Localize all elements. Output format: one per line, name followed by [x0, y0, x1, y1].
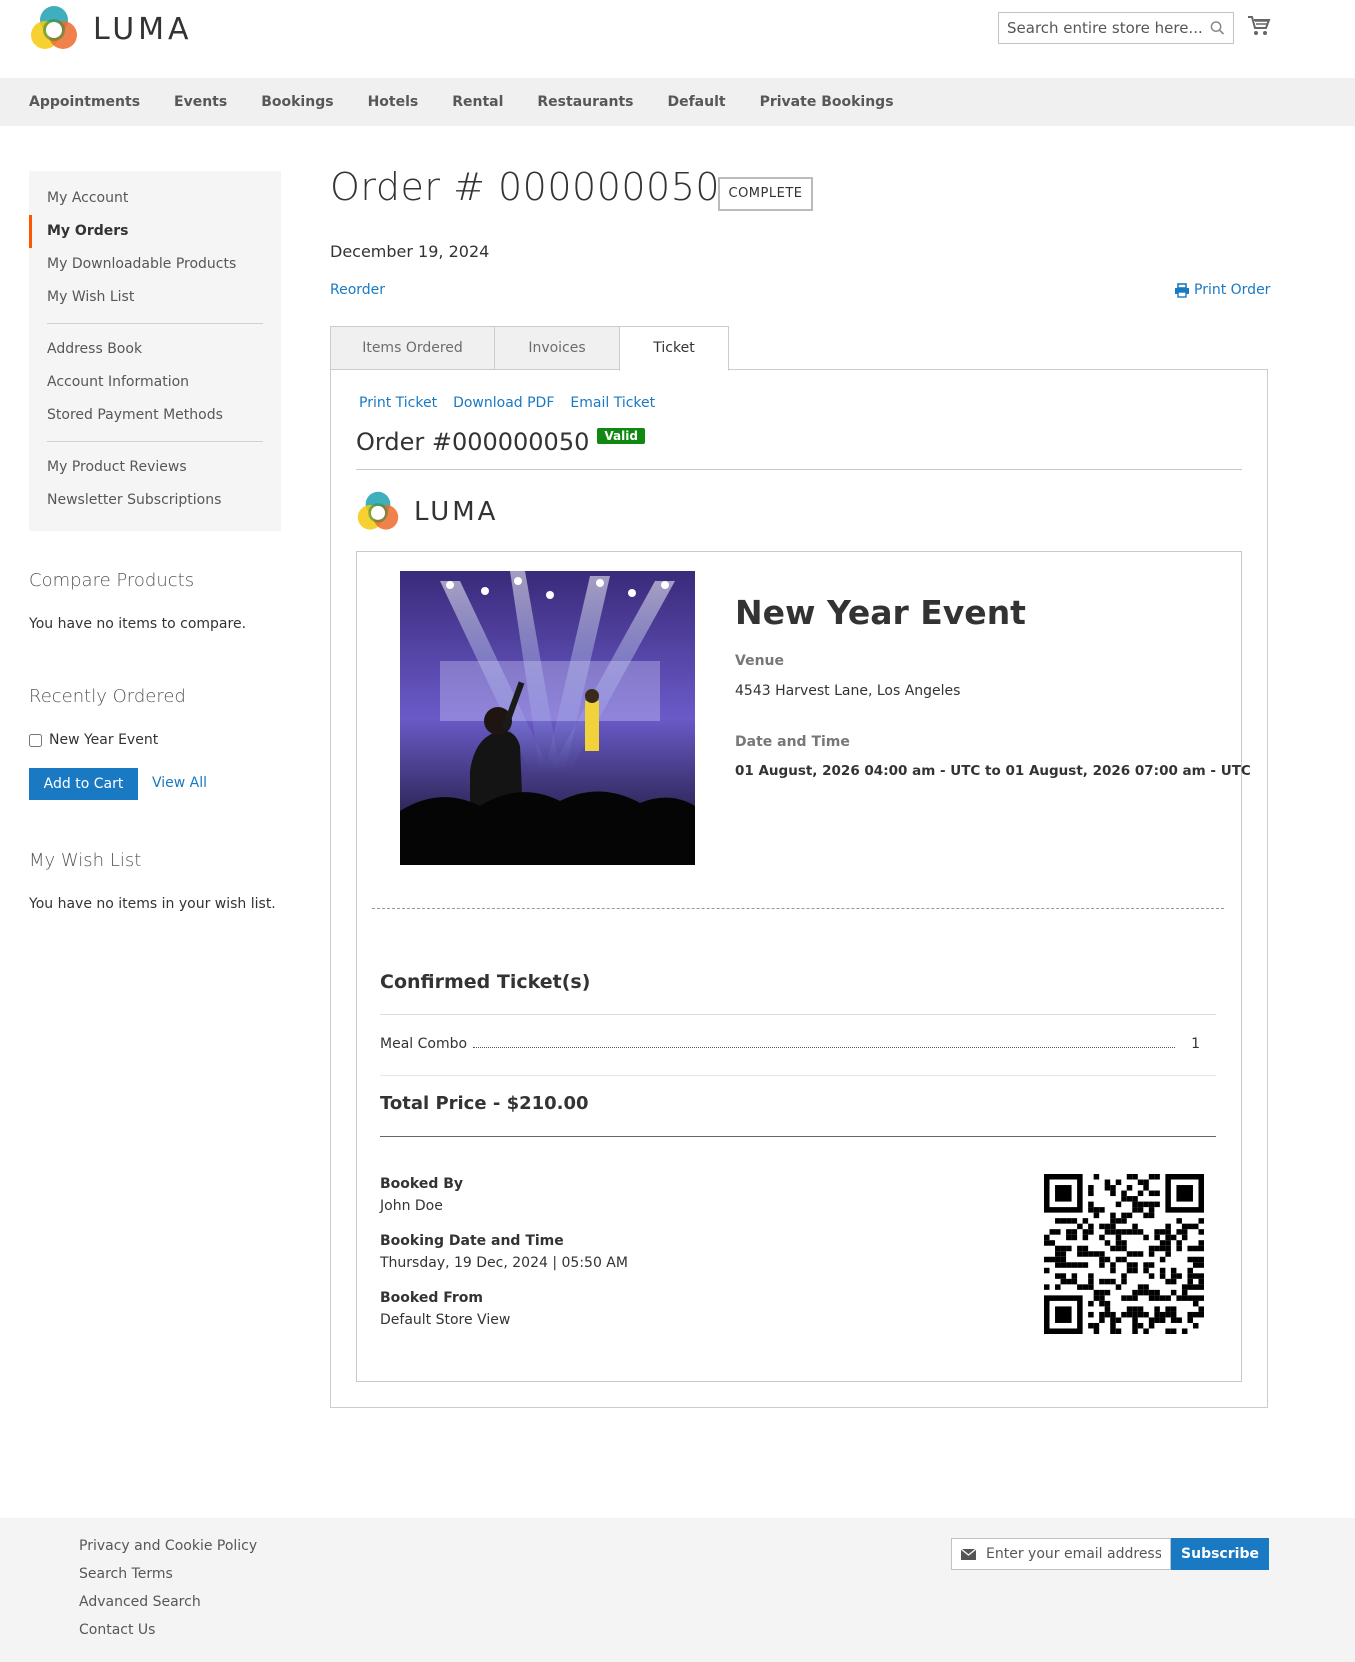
divider	[380, 1014, 1216, 1015]
add-to-cart-button[interactable]: Add to Cart	[29, 768, 138, 800]
nav-item-hotels[interactable]: Hotels	[368, 94, 419, 110]
sidebar-item-address-book[interactable]: Address Book	[29, 333, 281, 366]
sidebar-item-my-orders[interactable]: My Orders	[29, 215, 281, 248]
nav-item-private-bookings[interactable]: Private Bookings	[760, 94, 894, 110]
booked-from-label: Booked From	[380, 1290, 484, 1306]
total-price: Total Price - $210.00	[380, 1093, 589, 1114]
footer-links: Privacy and Cookie Policy Search Terms A…	[79, 1536, 257, 1648]
reorder-link[interactable]: Reorder	[330, 282, 385, 298]
ticket-item-qty: 1	[1191, 1036, 1200, 1052]
sidebar-item-my-account[interactable]: My Account	[29, 182, 281, 215]
booking-date-value: Thursday, 19 Dec, 2024 | 05:50 AM	[380, 1255, 628, 1271]
luma-logo-icon	[31, 6, 77, 49]
recently-ordered-title: Recently Ordered	[29, 686, 186, 707]
print-order-label: Print Order	[1194, 282, 1271, 298]
nav-item-appointments[interactable]: Appointments	[29, 94, 140, 110]
confirmed-tickets-title: Confirmed Ticket(s)	[380, 971, 591, 993]
wish-list-empty-text: You have no items in your wish list.	[29, 896, 276, 912]
booked-from-value: Default Store View	[380, 1312, 511, 1328]
event-image	[400, 571, 695, 865]
sidebar-item-downloadable-products[interactable]: My Downloadable Products	[29, 248, 281, 281]
print-order-link[interactable]: Print Order	[1174, 282, 1270, 298]
footer-link-contact-us[interactable]: Contact Us	[79, 1620, 257, 1648]
print-ticket-link[interactable]: Print Ticket	[359, 395, 437, 411]
order-status-badge: COMPLETE	[718, 177, 813, 211]
event-name: New Year Event	[735, 593, 1026, 632]
qr-code	[1044, 1174, 1204, 1334]
nav-item-bookings[interactable]: Bookings	[261, 94, 333, 110]
envelope-icon	[961, 1548, 976, 1560]
compare-products-title: Compare Products	[29, 570, 195, 591]
page-title: Order # 000000050	[330, 165, 721, 209]
sidebar-divider	[47, 323, 263, 324]
luma-logo[interactable]: LUMA	[29, 4, 193, 54]
nav-item-events[interactable]: Events	[174, 94, 227, 110]
wish-list-title: My Wish List	[29, 850, 142, 871]
search-icon[interactable]	[1210, 20, 1225, 36]
sidebar-item-newsletter-subscriptions[interactable]: Newsletter Subscriptions	[29, 484, 281, 517]
search-box[interactable]	[998, 12, 1234, 44]
venue-value: 4543 Harvest Lane, Los Angeles	[735, 683, 961, 699]
ticket-logo: LUMA	[356, 490, 498, 534]
printer-icon	[1175, 282, 1189, 298]
nav-item-default[interactable]: Default	[667, 94, 725, 110]
sidebar-item-stored-payment-methods[interactable]: Stored Payment Methods	[29, 399, 281, 432]
dashed-divider	[372, 908, 1224, 909]
tab-ticket[interactable]: Ticket	[619, 326, 729, 371]
divider	[380, 1075, 1216, 1076]
subscribe-button[interactable]: Subscribe	[1171, 1538, 1269, 1570]
booking-date-label: Booking Date and Time	[380, 1233, 564, 1249]
recent-item-name: New Year Event	[49, 732, 159, 748]
ticket-actions: Print Ticket Download PDF Email Ticket	[359, 395, 655, 411]
sidebar-item-account-information[interactable]: Account Information	[29, 366, 281, 399]
email-ticket-link[interactable]: Email Ticket	[570, 395, 655, 411]
download-pdf-link[interactable]: Download PDF	[453, 395, 554, 411]
main-navigation: Appointments Events Bookings Hotels Rental Re…	[0, 78, 1355, 126]
logo-text: LUMA	[93, 11, 193, 47]
cart-icon[interactable]	[1247, 14, 1271, 38]
footer-link-advanced-search[interactable]: Advanced Search	[79, 1592, 257, 1620]
logo-text: LUMA	[414, 497, 499, 527]
tab-items-ordered[interactable]: Items Ordered	[330, 326, 495, 370]
ticket-item-name: Meal Combo	[380, 1036, 468, 1052]
footer-link-search-terms[interactable]: Search Terms	[79, 1564, 257, 1592]
nav-item-rental[interactable]: Rental	[452, 94, 503, 110]
dotted-leader	[473, 1047, 1176, 1048]
luma-logo-icon	[357, 491, 399, 530]
order-date: December 19, 2024	[330, 242, 490, 261]
ticket-order-number: Order #000000050	[356, 428, 590, 456]
ticket-line-item: Meal Combo 1	[380, 1036, 1200, 1052]
sidebar-item-product-reviews[interactable]: My Product Reviews	[29, 451, 281, 484]
date-time-label: Date and Time	[735, 734, 850, 750]
newsletter-form: Subscribe	[951, 1538, 1269, 1570]
compare-empty-text: You have no items to compare.	[29, 616, 247, 632]
sidebar-divider	[47, 441, 263, 442]
divider	[380, 1136, 1216, 1137]
account-sidebar: My Account My Orders My Downloadable Pro…	[29, 171, 281, 531]
concert-illustration	[400, 571, 695, 865]
recent-item-checkbox[interactable]	[29, 733, 42, 747]
date-time-value: 01 August, 2026 04:00 am - UTC to 01 Aug…	[735, 763, 1251, 779]
venue-label: Venue	[735, 653, 784, 669]
valid-badge: Valid	[597, 428, 645, 444]
newsletter-email-box[interactable]	[951, 1538, 1171, 1570]
divider	[356, 469, 1242, 470]
tab-invoices[interactable]: Invoices	[494, 326, 620, 370]
ticket-order-heading: Order #000000050 Valid	[356, 428, 645, 456]
nav-item-restaurants[interactable]: Restaurants	[537, 94, 633, 110]
view-all-link[interactable]: View All	[152, 775, 207, 791]
booked-by-label: Booked By	[380, 1176, 464, 1192]
search-input[interactable]	[1007, 19, 1211, 37]
newsletter-email-input[interactable]	[986, 1546, 1161, 1562]
footer-link-privacy[interactable]: Privacy and Cookie Policy	[79, 1536, 257, 1564]
booked-by-value: John Doe	[380, 1198, 443, 1214]
recent-item-row: New Year Event	[29, 732, 158, 748]
sidebar-item-wish-list[interactable]: My Wish List	[29, 281, 281, 314]
